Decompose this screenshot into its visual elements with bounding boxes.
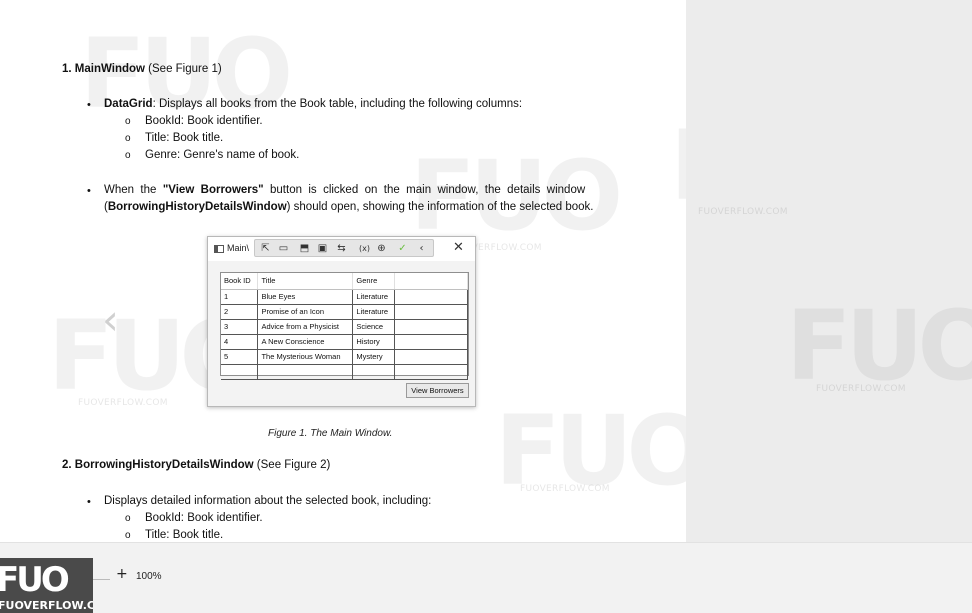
watermark-logo: FUO — [786, 290, 972, 402]
cell-title: A New Conscience — [257, 334, 354, 350]
cell-empty — [394, 319, 468, 335]
datagrid-header-row: Book ID Title Genre — [221, 273, 468, 290]
bullet-dot: • — [87, 99, 91, 111]
sub-item: Genre: Genre's name of book. — [145, 149, 300, 161]
sub-item: BookId: Book identifier. — [145, 512, 263, 524]
zoom-in-button[interactable]: + — [116, 566, 128, 582]
bullet-view-borrowers-line2: (BorrowingHistoryDetailsWindow) should o… — [104, 201, 594, 213]
bullet-view-borrowers-line1: When the "View Borrowers" button is clic… — [104, 184, 586, 196]
sub-bullet-marker: o — [125, 133, 131, 144]
cell-empty — [394, 364, 468, 380]
watermark-site: FUOVERFLOW.COM — [816, 384, 906, 394]
hot-reload-icon[interactable]: ⇆ — [335, 242, 348, 255]
cell-title: The Mysterious Woman — [257, 349, 354, 365]
section-1-heading: 1. MainWindow (See Figure 1) — [62, 62, 222, 78]
cell-genre — [352, 364, 396, 380]
table-row[interactable]: 3 Advice from a Physicist Science — [221, 319, 468, 335]
section-title: MainWindow — [74, 63, 145, 75]
cell-title: Advice from a Physicist — [257, 319, 354, 335]
cell-genre: Literature — [352, 289, 396, 305]
document-page: FUO FUO FUOVERFLOW.COM FUO FUOVERFLOW.CO… — [0, 0, 686, 542]
watermark-logo: FUO — [495, 395, 686, 507]
zoom-level: 100% — [136, 571, 162, 582]
column-header[interactable]: Book ID — [221, 273, 259, 290]
cell-book-id: 1 — [221, 289, 259, 305]
cell-empty — [394, 304, 468, 320]
column-header[interactable]: Genre — [352, 273, 396, 290]
section-number: 2. — [62, 459, 72, 471]
cell-empty — [394, 349, 468, 365]
bullet-dot: • — [87, 185, 91, 197]
close-icon[interactable]: ✕ — [453, 240, 464, 255]
section-title: BorrowingHistoryDetailsWindow — [74, 459, 254, 471]
binding-failures-icon[interactable]: (x) — [358, 242, 371, 255]
table-row-new[interactable] — [221, 364, 468, 380]
sub-item: Title: Book title. — [145, 132, 224, 144]
select-element-icon[interactable]: ⇱ — [259, 242, 272, 255]
cell-genre: Mystery — [352, 349, 396, 365]
sub-item: Title: Book title. — [145, 529, 224, 541]
sub-bullet-marker: o — [125, 513, 131, 524]
figure-main-window: Main\ ⇱ ▭ ⬒ ▣ ⇆ (x) ⊕ ✓ ‹ ✕ Book ID Titl… — [207, 236, 476, 407]
table-row[interactable]: 1 Blue Eyes Literature — [221, 289, 468, 305]
sub-item: BookId: Book identifier. — [145, 115, 263, 127]
table-row[interactable]: 4 A New Conscience History — [221, 334, 468, 350]
figure-reference: (See Figure 2) — [256, 459, 331, 471]
books-datagrid[interactable]: Book ID Title Genre 1 Blue Eyes Literatu… — [220, 272, 469, 380]
app-window-icon — [214, 245, 224, 253]
cell-genre: Science — [352, 319, 396, 335]
cell-empty — [394, 289, 468, 305]
cell-title: Blue Eyes — [257, 289, 354, 305]
bullet-dot: • — [87, 496, 91, 508]
collapse-icon[interactable]: ‹ — [415, 242, 428, 255]
table-row[interactable]: 2 Promise of an Icon Literature — [221, 304, 468, 320]
cell-empty — [394, 334, 468, 350]
site-logo: FUO FUOVERFLOW.COM — [0, 558, 93, 613]
cell-book-id — [221, 364, 259, 380]
bullet-details: Displays detailed information about the … — [104, 495, 432, 507]
logo-text: FUO — [0, 560, 70, 600]
watermark-site: FUOVERFLOW.COM — [520, 484, 610, 494]
watermark-logo: FUO — [670, 110, 686, 222]
column-header[interactable]: Title — [257, 273, 354, 290]
cell-genre: History — [352, 334, 396, 350]
sub-bullet-marker: o — [125, 530, 131, 541]
bullet-text: : Displays all books from the Book table… — [152, 98, 523, 110]
xaml-debug-toolbar: ⇱ ▭ ⬒ ▣ ⇆ (x) ⊕ ✓ ‹ — [254, 239, 434, 257]
watermark-site: FUOVERFLOW.COM — [698, 207, 788, 217]
cell-book-id: 5 — [221, 349, 259, 365]
check-icon[interactable]: ✓ — [396, 242, 409, 255]
window-titlebar: Main\ ⇱ ▭ ⬒ ▣ ⇆ (x) ⊕ ✓ ‹ ✕ — [208, 237, 475, 261]
window-title: Main\ — [227, 243, 250, 253]
previous-page-icon[interactable]: ‹ — [102, 299, 134, 341]
view-borrowers-button[interactable]: View Borrowers — [406, 383, 469, 398]
sub-bullet-marker: o — [125, 116, 131, 127]
cell-book-id: 4 — [221, 334, 259, 350]
accessibility-icon[interactable]: ⊕ — [375, 242, 388, 255]
track-focus-icon[interactable]: ⬒ — [298, 242, 311, 255]
table-row[interactable]: 5 The Mysterious Woman Mystery — [221, 349, 468, 365]
figure-reference: (See Figure 1) — [148, 63, 222, 75]
logo-subtext: FUOVERFLOW.COM — [0, 599, 93, 612]
cell-title — [257, 364, 354, 380]
viewer-bottom-bar: + 100% — [0, 542, 972, 613]
bullet-term: DataGrid — [104, 98, 153, 110]
figure-caption: Figure 1. The Main Window. — [268, 428, 393, 439]
side-panel: FUOVERFLOW.COM FUO FUOVERFLOW.COM — [686, 0, 972, 542]
sub-bullet-marker: o — [125, 150, 131, 161]
cell-book-id: 2 — [221, 304, 259, 320]
layout-adorner-icon[interactable]: ▣ — [316, 242, 329, 255]
column-header — [394, 273, 468, 290]
watermark-site: FUOVERFLOW.COM — [78, 398, 168, 408]
section-number: 1. — [62, 63, 72, 75]
display-layout-icon[interactable]: ▭ — [277, 242, 290, 255]
cell-title: Promise of an Icon — [257, 304, 354, 320]
section-2-heading: 2. BorrowingHistoryDetailsWindow (See Fi… — [62, 458, 330, 474]
cell-book-id: 3 — [221, 319, 259, 335]
bullet-datagrid: DataGrid: Displays all books from the Bo… — [104, 97, 522, 113]
cell-genre: Literature — [352, 304, 396, 320]
